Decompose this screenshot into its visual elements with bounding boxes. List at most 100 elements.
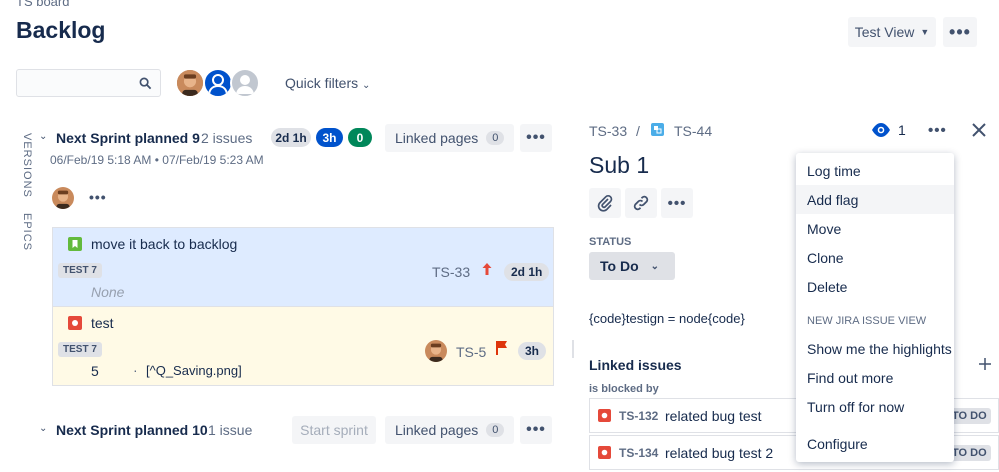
issue-summary: move it back to backlog: [91, 236, 238, 252]
more-icon: •••: [526, 129, 546, 146]
panel-resize-handle[interactable]: [572, 340, 574, 358]
more-icon: •••: [667, 194, 687, 212]
user-face-icon: [52, 187, 74, 209]
sprint-assignee-avatar[interactable]: [52, 187, 74, 209]
menu-item-turn-off[interactable]: Turn off for now: [796, 392, 954, 421]
linked-issue-status[interactable]: TO DO: [948, 445, 991, 461]
issue-more-button[interactable]: •••: [928, 122, 947, 139]
issue-key[interactable]: TS-44: [674, 123, 712, 139]
bug-type-icon: [598, 446, 611, 459]
sprint-collapse-icon[interactable]: ⌄: [39, 131, 47, 142]
sprint-name: Next Sprint planned 9: [56, 130, 200, 146]
issue-key[interactable]: TS-33: [432, 264, 470, 280]
sprint-dates: 06/Feb/19 5:18 AM • 07/Feb/19 5:23 AM: [50, 153, 264, 167]
linked-issue-summary: related bug test 2: [665, 445, 774, 461]
status-label: STATUS: [589, 236, 632, 248]
assignee-more-button[interactable]: •••: [89, 189, 107, 205]
more-icon: •••: [526, 421, 546, 438]
eye-icon[interactable]: [871, 122, 891, 138]
issue-description[interactable]: {code}testign = node{code}: [589, 311, 745, 326]
versions-tab[interactable]: VERSIONS: [13, 133, 33, 198]
estimate-done-pill: 0: [348, 128, 372, 147]
menu-item-add-flag[interactable]: Add flag: [796, 185, 954, 214]
epics-tab[interactable]: EPICS: [13, 213, 33, 253]
issue-title[interactable]: Sub 1: [589, 152, 649, 179]
avatar-user-3[interactable]: [230, 68, 260, 98]
more-actions-button[interactable]: •••: [661, 188, 693, 218]
add-link-icon[interactable]: [978, 357, 992, 371]
issue-actions-menu: Log time Add flag Move Clone Delete NEW …: [796, 153, 954, 462]
linked-issue-status[interactable]: TO DO: [948, 408, 991, 424]
linked-pages-button[interactable]: Linked pages 0: [385, 416, 515, 444]
issue-card[interactable]: move it back to backlog TEST 7 None TS-3…: [52, 227, 554, 307]
estimate-inprogress-pill: 3h: [316, 128, 343, 147]
priority-high-icon: [482, 263, 492, 275]
issue-card[interactable]: test TEST 7 5 · [^Q_Saving.png] TS-5 3h: [52, 306, 554, 386]
close-icon[interactable]: [971, 122, 987, 138]
subtask-type-icon: [651, 123, 664, 136]
page-title: Backlog: [16, 17, 106, 43]
linked-issues-heading: Linked issues: [589, 357, 682, 373]
sprint-collapse-icon[interactable]: ⌄: [39, 423, 47, 434]
bug-type-icon: [598, 409, 611, 422]
epic-lozenge[interactable]: TEST 7: [58, 342, 102, 357]
story-type-icon: [68, 237, 82, 251]
sprint-issue-count: 1 issue: [208, 422, 253, 438]
attach-button[interactable]: [589, 188, 621, 218]
sprint-more-button[interactable]: •••: [520, 416, 552, 444]
issue-estimate: 2d 1h: [504, 263, 550, 281]
avatar-user-1[interactable]: [175, 68, 205, 98]
parent-issue-key[interactable]: TS-33: [589, 123, 627, 139]
view-button[interactable]: Test View ▼: [848, 17, 936, 47]
sprint-issue-count: 2 issues: [201, 130, 253, 146]
paperclip-icon: [597, 195, 613, 212]
status-dropdown[interactable]: To Do ⌄: [589, 252, 675, 280]
menu-item-show-highlights[interactable]: Show me the highlights: [796, 334, 954, 363]
link-issue-button[interactable]: [625, 188, 657, 218]
start-sprint-button[interactable]: Start sprint: [292, 416, 376, 444]
menu-item-configure[interactable]: Configure: [796, 429, 954, 458]
menu-item-clone[interactable]: Clone: [796, 243, 954, 272]
sprint-more-button[interactable]: •••: [520, 124, 552, 152]
issue-summary: test: [91, 315, 114, 331]
chevron-down-icon: ⌄: [362, 80, 371, 91]
issue-estimate: 3h: [518, 342, 547, 360]
flag-icon: [496, 341, 507, 355]
linked-issue-summary: related bug test: [665, 408, 762, 424]
menu-section-heading: NEW JIRA ISSUE VIEW: [807, 315, 927, 327]
user-face-icon: [177, 70, 203, 96]
watch-count: 1: [898, 122, 906, 138]
linked-pages-count: 0: [486, 131, 505, 145]
menu-item-log-time[interactable]: Log time: [796, 156, 954, 185]
board-more-button[interactable]: •••: [943, 17, 977, 47]
search-input[interactable]: [17, 70, 132, 96]
avatar-user-2[interactable]: [203, 68, 233, 98]
menu-item-delete[interactable]: Delete: [796, 272, 954, 301]
link-type-label: is blocked by: [589, 383, 659, 395]
menu-item-move[interactable]: Move: [796, 214, 954, 243]
issue-key[interactable]: TS-5: [456, 344, 486, 360]
linked-pages-button[interactable]: Linked pages 0: [385, 124, 515, 152]
linked-pages-label: Linked pages: [395, 130, 479, 146]
issue-subfield-text: [^Q_Saving.png]: [146, 363, 242, 378]
breadcrumb[interactable]: TS board: [16, 0, 69, 9]
linked-issue-key[interactable]: TS-134: [619, 446, 658, 460]
user-face-icon: [425, 340, 447, 362]
linked-issue-key[interactable]: TS-132: [619, 409, 658, 423]
linked-pages-count: 0: [486, 423, 505, 437]
caret-down-icon: ▼: [920, 27, 930, 37]
link-icon: [633, 195, 649, 211]
status-value: To Do: [600, 258, 639, 274]
search-field[interactable]: [16, 69, 161, 97]
view-button-label: Test View: [854, 24, 915, 40]
sprint-name: Next Sprint planned 10: [56, 422, 208, 438]
issue-assignee-avatar[interactable]: [425, 340, 447, 362]
linked-pages-label: Linked pages: [395, 422, 479, 438]
quick-filters-label: Quick filters: [285, 75, 359, 91]
epic-lozenge[interactable]: TEST 7: [58, 263, 102, 278]
menu-item-find-out-more[interactable]: Find out more: [796, 363, 954, 392]
quick-filters-button[interactable]: Quick filters ⌄: [285, 75, 370, 91]
issue-subfield: None: [91, 284, 125, 300]
search-icon: [139, 77, 152, 90]
user-silhouette-icon: [208, 74, 228, 95]
